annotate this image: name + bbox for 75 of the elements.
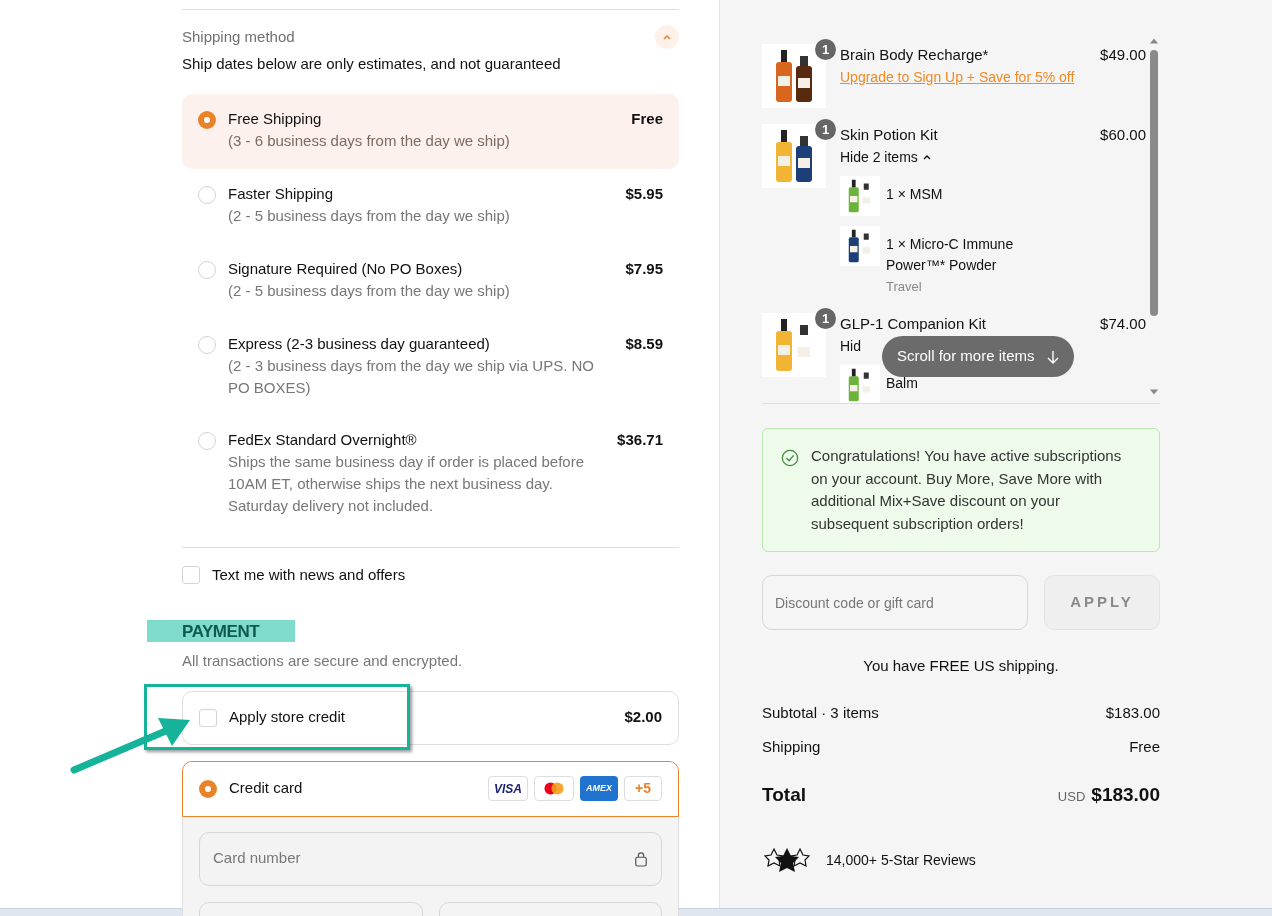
- notice-text: Congratulations! You have active subscriptions on your account. Buy More, Save More with additional Mix+Save discount on your subsequent subscription orders!: [811, 446, 1123, 534]
- arrow-down-icon: [1046, 349, 1059, 364]
- product-name: Skin Potion Kit: [840, 125, 938, 145]
- more-cards-badge: +5: [624, 776, 662, 801]
- scroll-hint-button[interactable]: Scroll for more items: [882, 336, 1074, 377]
- quantity-badge: 1: [815, 308, 836, 329]
- method-label: Credit card: [229, 778, 304, 799]
- section-title: Shipping method: [182, 26, 295, 47]
- checkbox[interactable]: [182, 565, 200, 584]
- scrollbar-thumb[interactable]: [1150, 50, 1158, 316]
- radio-button[interactable]: [198, 260, 216, 279]
- bundle-item-name: 1 × Micro-C Immune Power™* Powder: [886, 235, 1015, 275]
- total-label: Total: [762, 782, 806, 807]
- option-price: $8.59: [625, 333, 663, 354]
- summary-value: Free: [1129, 737, 1160, 757]
- quantity-badge: 1: [815, 119, 836, 140]
- free-shipping-note: You have FREE US shipping.: [862, 656, 1060, 676]
- shipping-note: Ship dates below are only estimates, and not guaranteed: [182, 54, 562, 74]
- expiry-field[interactable]: [199, 901, 423, 916]
- option-detail: (2 - 3 business days from the day we ship via UPS. NO PO BOXES): [228, 355, 595, 398]
- store-credit-option[interactable]: Apply store credit $2.00: [182, 690, 679, 745]
- radio-button[interactable]: [199, 779, 217, 798]
- radio-button[interactable]: [198, 185, 216, 204]
- card-number-field[interactable]: Card number: [199, 831, 662, 886]
- product-price: $74.00: [1100, 314, 1146, 334]
- option-price: $7.95: [625, 258, 663, 279]
- option-name: Free Shipping: [228, 108, 323, 129]
- option-label: Apply store credit: [229, 707, 346, 728]
- payment-heading: PAYMENT: [182, 622, 260, 642]
- summary-label: Subtotal · 3 items: [762, 702, 879, 723]
- discount-field[interactable]: Discount code or gift card: [762, 575, 1028, 630]
- check-circle-icon: [781, 449, 799, 467]
- option-price: $5.95: [625, 183, 663, 204]
- option-price: Free: [631, 108, 663, 129]
- option-detail: (2 - 5 business days from the day we ship): [228, 280, 511, 301]
- radio-button[interactable]: [198, 431, 216, 450]
- bundle-item-name: 1 × MSM: [886, 185, 944, 204]
- mastercard-logo: [534, 776, 574, 801]
- total-amount: $183.00: [1091, 782, 1160, 807]
- summary-label: Shipping: [762, 737, 821, 757]
- collapse-button[interactable]: [655, 25, 679, 49]
- scroll-up-icon[interactable]: [1150, 38, 1158, 44]
- summary-value: $183.00: [1105, 702, 1160, 723]
- payment-subtitle: All transactions are secure and encrypted.: [182, 651, 464, 671]
- bundle-item-name: Balm: [886, 374, 919, 393]
- visa-logo: VISA: [488, 776, 528, 801]
- option-detail: Ships the same business day if order is placed before 10AM ET, otherwise ships the next business day. Saturday delivery not included.: [228, 451, 586, 516]
- option-name: Express (2-3 business day guaranteed): [228, 333, 491, 354]
- lock-icon: [634, 850, 648, 867]
- radio-button[interactable]: [198, 335, 216, 354]
- product-price: $49.00: [1100, 45, 1146, 65]
- option-name: FedEx Standard Overnight®: [228, 429, 418, 450]
- security-code-field[interactable]: [438, 901, 662, 916]
- items-toggle[interactable]: Hid: [840, 335, 861, 357]
- option-price: $36.71: [617, 429, 663, 450]
- bundle-item-variant: Travel: [886, 278, 923, 296]
- product-price: $60.00: [1100, 125, 1146, 145]
- option-name: Signature Required (No PO Boxes): [228, 258, 464, 279]
- product-name: GLP-1 Companion Kit: [840, 314, 986, 334]
- quantity-badge: 1: [815, 39, 836, 60]
- option-detail: (3 - 6 business days from the day we ship): [228, 130, 511, 151]
- items-toggle[interactable]: Hide 2 items: [840, 146, 932, 168]
- currency-code: USD: [1057, 787, 1086, 806]
- checkbox-label: Text me with news and offers: [212, 564, 406, 585]
- shipping-option[interactable]: Free Shipping (3 - 6 business days from the day we ship) Free: [182, 93, 679, 169]
- product-name: Brain Body Recharge*: [840, 45, 989, 65]
- option-detail: (2 - 5 business days from the day we ship): [228, 205, 511, 226]
- card-number-input[interactable]: Card number: [213, 847, 634, 870]
- checkbox[interactable]: [199, 708, 217, 727]
- radio-button[interactable]: [198, 110, 216, 129]
- option-name: Faster Shipping: [228, 183, 335, 204]
- amex-logo: AMEX: [580, 776, 618, 801]
- reviews-text: 14,000+ 5-Star Reviews: [826, 850, 976, 870]
- credit-amount: $2.00: [624, 707, 662, 728]
- scroll-down-icon[interactable]: [1150, 389, 1158, 395]
